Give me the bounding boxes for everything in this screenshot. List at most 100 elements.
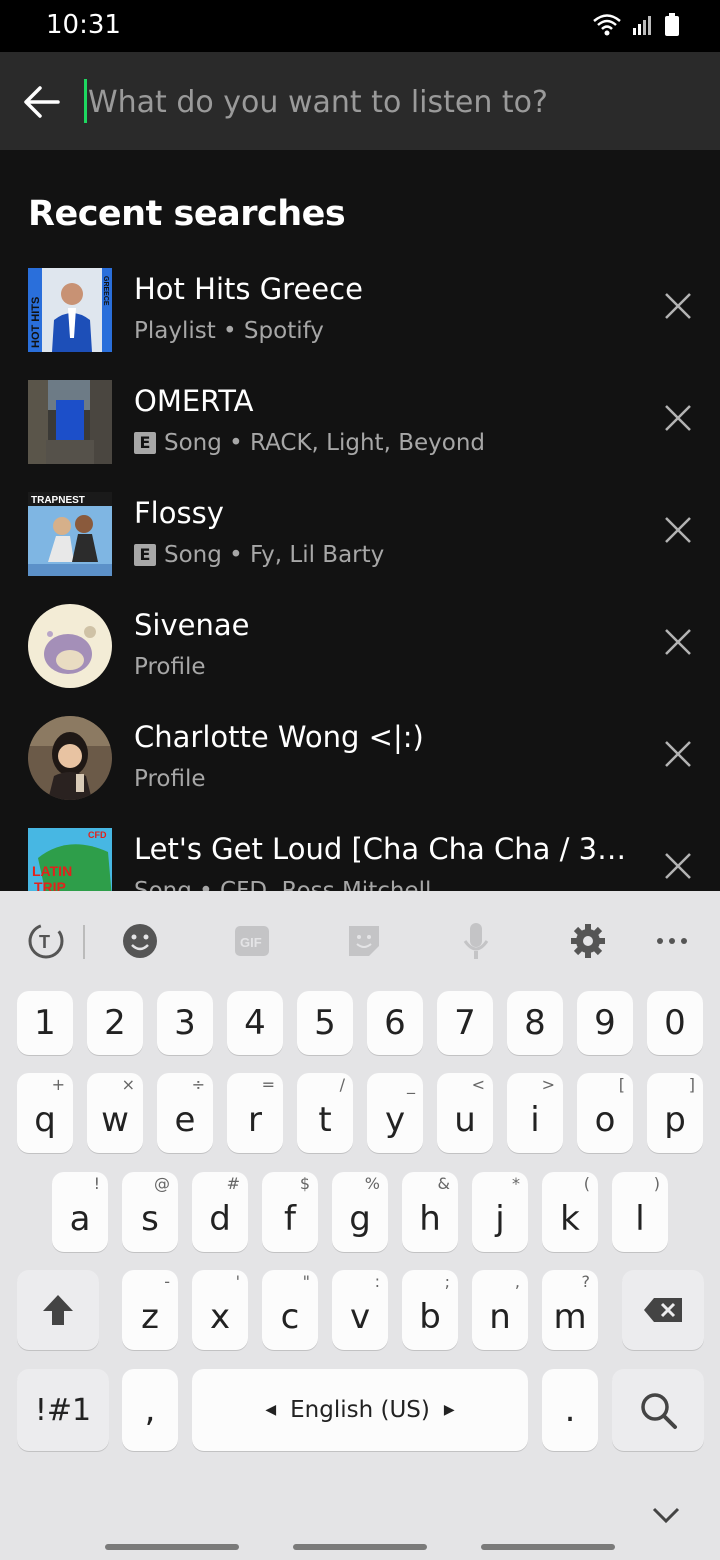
key-s[interactable]: @ s: [122, 1172, 178, 1252]
close-icon[interactable]: [660, 400, 696, 436]
close-icon[interactable]: [660, 512, 696, 548]
backspace-key[interactable]: [622, 1270, 704, 1350]
flossy-cover: TRAPNEST: [28, 492, 112, 576]
list-item[interactable]: CFD LATIN TRIP Let's Get Loud [Cha Cha C…: [0, 826, 720, 891]
key-h[interactable]: & h: [402, 1172, 458, 1252]
item-subtitle: Playlist • Spotify: [134, 318, 324, 344]
gif-label: GIF: [240, 935, 262, 950]
search-key[interactable]: [612, 1369, 704, 1451]
comma-key[interactable]: ,: [122, 1369, 178, 1451]
trip-label: TRIP: [34, 879, 66, 891]
item-subtitle: E Song • RACK, Light, Beyond: [134, 430, 485, 456]
back-arrow-icon[interactable]: [22, 82, 62, 122]
emoji-icon[interactable]: [118, 919, 162, 963]
item-title: Flossy: [134, 496, 224, 530]
gif-icon[interactable]: GIF: [230, 919, 274, 963]
trapnest-label: TRAPNEST: [31, 495, 85, 506]
sticker-icon[interactable]: [342, 919, 386, 963]
key-o[interactable]: [o: [577, 1073, 633, 1153]
search-input[interactable]: [86, 70, 690, 134]
item-subtitle: E Song • Fy, Lil Barty: [134, 542, 384, 568]
key-i[interactable]: > i: [507, 1073, 563, 1153]
list-item[interactable]: OMERTA E Song • RACK, Light, Beyond: [0, 378, 720, 490]
space-key[interactable]: ◀ English (US) ▶: [192, 1369, 528, 1451]
key-v[interactable]: :v: [332, 1270, 388, 1350]
key-6[interactable]: 6: [367, 991, 423, 1055]
key-5[interactable]: 5: [297, 991, 353, 1055]
key-w[interactable]: × w: [87, 1073, 143, 1153]
key-b[interactable]: ; b: [402, 1270, 458, 1350]
key-c[interactable]: " c: [262, 1270, 318, 1350]
status-bar: 10:31: [0, 0, 720, 52]
translate-icon[interactable]: T: [24, 919, 68, 963]
key-e[interactable]: ÷ e: [157, 1073, 213, 1153]
key-r[interactable]: = r: [227, 1073, 283, 1153]
search-icon: [641, 1393, 677, 1429]
key-q[interactable]: + q: [17, 1073, 73, 1153]
key-7[interactable]: 7: [437, 991, 493, 1055]
recent-searches: Recent searches HOT HITS GREECE Hot Hits…: [0, 150, 720, 891]
key-p[interactable]: ] p: [647, 1073, 703, 1153]
svg-text:T: T: [39, 932, 50, 952]
close-icon[interactable]: [660, 624, 696, 660]
key-g[interactable]: % g: [332, 1172, 388, 1252]
wifi-icon: [593, 14, 621, 36]
key-n[interactable]: ,n: [472, 1270, 528, 1350]
period-key[interactable]: .: [542, 1369, 598, 1451]
close-icon[interactable]: [660, 848, 696, 884]
key-3[interactable]: 3: [157, 991, 213, 1055]
symbols-key[interactable]: !#1: [17, 1369, 109, 1451]
status-icons: [592, 12, 680, 38]
chevron-left-icon: ◀: [265, 1402, 277, 1418]
hot-hits-label: HOT HITS: [30, 297, 42, 348]
back-handle[interactable]: [481, 1544, 615, 1550]
list-item[interactable]: HOT HITS GREECE Hot Hits Greece Playlist…: [0, 266, 720, 378]
close-icon[interactable]: [660, 736, 696, 772]
microphone-icon[interactable]: [454, 919, 498, 963]
navigation-bar: [0, 1544, 720, 1552]
item-title: Charlotte Wong <|:): [134, 720, 424, 754]
greece-label: GREECE: [102, 276, 109, 306]
cfd-label: CFD: [88, 830, 107, 840]
key-1[interactable]: 1: [17, 991, 73, 1055]
keyboard-toolbar: T GIF: [0, 891, 720, 991]
latin-label: LATIN: [32, 863, 72, 879]
key-f[interactable]: $ f: [262, 1172, 318, 1252]
chevron-down-icon[interactable]: [650, 1505, 682, 1525]
key-k[interactable]: (k: [542, 1172, 598, 1252]
key-d[interactable]: # d: [192, 1172, 248, 1252]
key-8[interactable]: 8: [507, 991, 563, 1055]
key-2[interactable]: 2: [87, 991, 143, 1055]
key-a[interactable]: ! a: [52, 1172, 108, 1252]
key-m[interactable]: ? m: [542, 1270, 598, 1350]
gear-icon[interactable]: [566, 919, 610, 963]
backspace-icon: [644, 1298, 682, 1322]
battery-icon: [665, 13, 679, 36]
key-x[interactable]: ' x: [192, 1270, 248, 1350]
list-item[interactable]: Sivenae Profile: [0, 602, 720, 714]
recent-apps-handle[interactable]: [105, 1544, 239, 1550]
recent-list: HOT HITS GREECE Hot Hits Greece Playlist…: [0, 266, 720, 891]
key-4[interactable]: 4: [227, 991, 283, 1055]
chevron-right-icon: ▶: [443, 1402, 455, 1418]
key-j[interactable]: * j: [472, 1172, 528, 1252]
home-handle[interactable]: [293, 1544, 427, 1550]
omerta-cover: [28, 380, 112, 464]
item-subtitle: Profile: [134, 654, 206, 680]
key-y[interactable]: _ y: [367, 1073, 423, 1153]
shift-key[interactable]: [17, 1270, 99, 1350]
key-u[interactable]: < u: [437, 1073, 493, 1153]
more-icon[interactable]: [650, 919, 694, 963]
explicit-badge: E: [134, 432, 156, 454]
shift-arrow-icon: [43, 1295, 73, 1325]
key-0[interactable]: 0: [647, 991, 703, 1055]
list-item[interactable]: Charlotte Wong <|:) Profile: [0, 714, 720, 826]
key-l[interactable]: ) l: [612, 1172, 668, 1252]
item-title: OMERTA: [134, 384, 254, 418]
key-9[interactable]: 9: [577, 991, 633, 1055]
key-z[interactable]: -z: [122, 1270, 178, 1350]
close-icon[interactable]: [660, 288, 696, 324]
toolbar-divider: [83, 925, 85, 959]
list-item[interactable]: TRAPNEST Flossy E Song • Fy, Lil Barty: [0, 490, 720, 602]
key-t[interactable]: / t: [297, 1073, 353, 1153]
